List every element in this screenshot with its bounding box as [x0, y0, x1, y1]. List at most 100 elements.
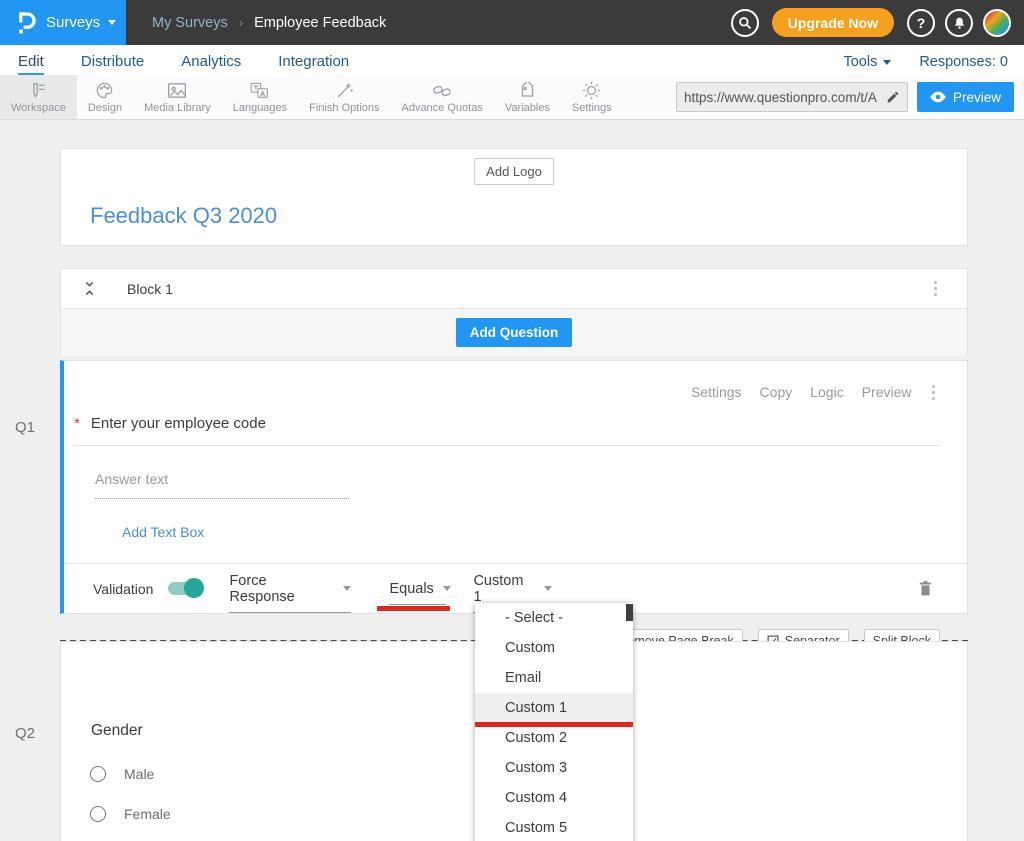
q1-question-text[interactable]: Enter your employee code	[91, 415, 266, 432]
upgrade-now-button[interactable]: Upgrade Now	[772, 8, 894, 37]
add-text-box-link[interactable]: Add Text Box	[122, 524, 204, 540]
menu-item-custom-5[interactable]: Custom 5	[475, 813, 633, 841]
q1-answer-placeholder[interactable]: Answer text	[95, 471, 349, 499]
chevron-down-icon	[343, 586, 351, 591]
tab-analytics[interactable]: Analytics	[181, 53, 241, 75]
toolbar-item-label: Finish Options	[309, 102, 379, 114]
edit-pencil-icon[interactable]	[886, 90, 900, 104]
eye-icon	[930, 91, 946, 103]
toolbar-item-media-library[interactable]: Media Library	[133, 75, 222, 119]
toolbar-item-advance-quotas[interactable]: Advance Quotas	[390, 75, 493, 119]
tag-icon	[518, 81, 537, 101]
toolbar-item-workspace[interactable]: Workspace	[0, 75, 77, 119]
menu-item-custom[interactable]: Custom	[475, 633, 633, 663]
block-title[interactable]: Block 1	[127, 281, 173, 297]
chevron-down-icon	[883, 60, 891, 65]
collapse-block-icon[interactable]	[83, 280, 96, 297]
survey-url-input[interactable]: https://www.questionpro.com/t/A	[676, 82, 908, 112]
questionpro-logo-icon	[17, 10, 36, 35]
surveys-menu-label: Surveys	[46, 14, 100, 31]
chevron-down-icon	[443, 586, 451, 591]
toolbar-item-finish-options[interactable]: Finish Options	[298, 75, 390, 119]
q2-option-female: Female	[90, 806, 171, 822]
radio-button-icon[interactable]	[90, 766, 106, 782]
magic-wand-icon	[335, 81, 354, 101]
breadcrumb-current: Employee Feedback	[254, 15, 386, 31]
add-question-button[interactable]: Add Question	[456, 318, 573, 347]
toolbar-item-label: Design	[88, 102, 122, 114]
block-header: Block 1	[61, 269, 967, 309]
q2-option-male: Male	[90, 766, 154, 782]
tab-integration[interactable]: Integration	[278, 53, 349, 75]
toolbar-item-label: Advance Quotas	[401, 102, 482, 114]
responses-count[interactable]: Responses: 0	[919, 54, 1008, 70]
notifications-button[interactable]	[945, 9, 973, 37]
q2-option-label[interactable]: Male	[124, 766, 154, 782]
delete-question-button[interactable]	[918, 580, 933, 597]
q1-menu-icon[interactable]	[930, 380, 938, 405]
chevron-down-icon	[108, 20, 116, 25]
chain-links-icon	[432, 81, 452, 101]
validation-label: Validation	[93, 581, 153, 597]
menu-item-custom-2[interactable]: Custom 2	[475, 723, 633, 753]
nav-tabs: Edit Distribute Analytics Integration	[18, 53, 349, 75]
toolbar-item-label: Settings	[572, 102, 612, 114]
menu-item-custom-4[interactable]: Custom 4	[475, 783, 633, 813]
toolbar-item-design[interactable]: Design	[77, 75, 133, 119]
breadcrumb-separator-icon: ›	[239, 15, 243, 30]
menu-item-custom-3[interactable]: Custom 3	[475, 753, 633, 783]
breadcrumb: My Surveys › Employee Feedback	[152, 15, 386, 31]
toolbar-right: https://www.questionpro.com/t/A Preview	[676, 75, 1024, 119]
top-bar: Surveys My Surveys › Employee Feedback U…	[0, 0, 1024, 45]
help-button[interactable]: ?	[907, 9, 935, 37]
gear-icon	[582, 81, 601, 101]
menu-item-select[interactable]: - Select -	[475, 603, 633, 633]
menu-item-email[interactable]: Email	[475, 663, 633, 693]
q2-question-text[interactable]: Gender	[91, 722, 143, 740]
search-button[interactable]	[731, 9, 759, 37]
preview-label: Preview	[953, 90, 1001, 105]
menu-item-custom-1[interactable]: Custom 1	[475, 693, 633, 723]
menu-scrollbar-thumb[interactable]	[626, 604, 633, 621]
q2-option-label[interactable]: Female	[124, 806, 171, 822]
trash-icon	[918, 580, 933, 597]
question-mark-icon: ?	[917, 15, 926, 31]
toolbar-item-label: Variables	[505, 102, 550, 114]
translate-icon	[250, 81, 269, 101]
toolbar-item-variables[interactable]: Variables	[494, 75, 561, 119]
breadcrumb-my-surveys[interactable]: My Surveys	[152, 15, 228, 31]
product-menu[interactable]: Surveys	[0, 0, 126, 45]
equals-dropdown[interactable]: Equals	[389, 581, 446, 605]
toolbar-item-settings[interactable]: Settings	[561, 75, 623, 119]
q1-copy-link[interactable]: Copy	[760, 384, 793, 400]
survey-title[interactable]: Feedback Q3 2020	[90, 203, 277, 229]
radio-button-icon[interactable]	[90, 806, 106, 822]
add-logo-button[interactable]: Add Logo	[474, 158, 554, 185]
chevron-down-icon	[544, 586, 552, 591]
tab-edit[interactable]: Edit	[18, 53, 44, 75]
survey-header-card: Add Logo Feedback Q3 2020	[60, 148, 968, 246]
survey-url-value: https://www.questionpro.com/t/A	[684, 90, 886, 105]
q1-logic-link[interactable]: Logic	[810, 384, 843, 400]
tools-dropdown[interactable]: Tools	[843, 54, 891, 70]
preview-button[interactable]: Preview	[917, 82, 1014, 112]
user-avatar[interactable]	[983, 9, 1011, 37]
force-response-dropdown[interactable]: Force Response	[229, 573, 351, 613]
tab-distribute[interactable]: Distribute	[81, 53, 144, 75]
editor-toolbar: Workspace Design Media Library	[0, 75, 1024, 120]
block-card: Block 1 Add Question	[60, 268, 968, 356]
block-menu-icon[interactable]	[932, 276, 940, 301]
toolbar-item-label: Media Library	[144, 102, 211, 114]
tools-label: Tools	[843, 54, 877, 70]
toolbar-item-label: Workspace	[11, 102, 66, 114]
q2-label: Q2	[15, 725, 35, 742]
q1-preview-link[interactable]: Preview	[862, 384, 912, 400]
nav-right: Tools Responses: 0	[843, 54, 1008, 75]
toolbar-item-languages[interactable]: Languages	[222, 75, 298, 119]
palette-icon	[95, 81, 114, 101]
q1-settings-link[interactable]: Settings	[691, 384, 742, 400]
equals-value: Equals	[389, 581, 433, 597]
required-asterisk: *	[74, 415, 80, 432]
validation-toggle[interactable]	[168, 582, 201, 595]
q1-title-row: * Enter your employee code	[74, 415, 940, 446]
